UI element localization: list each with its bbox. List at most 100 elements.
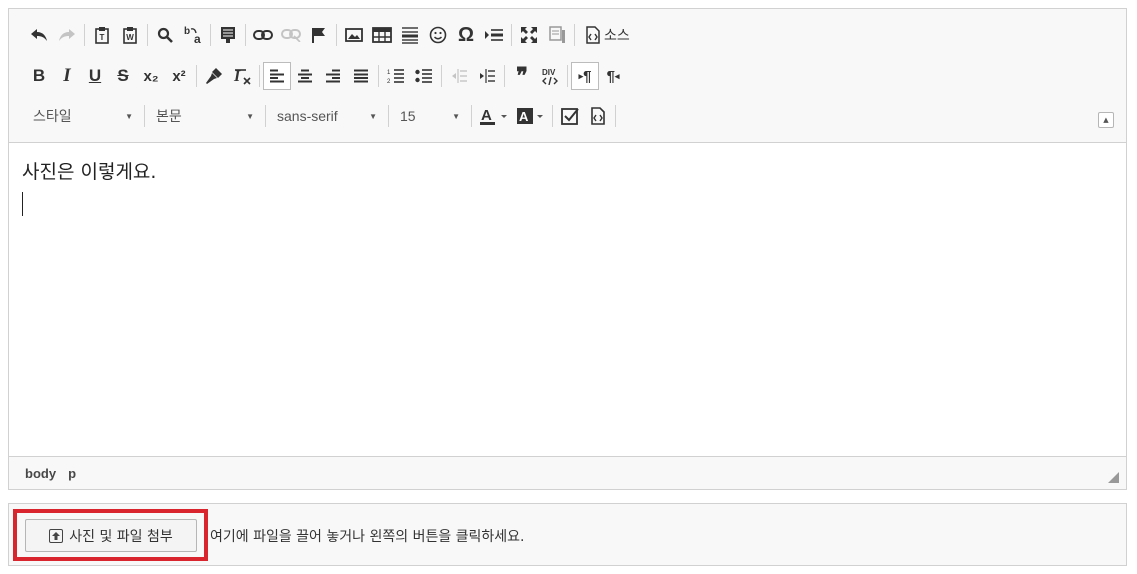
maximize-icon[interactable]: [515, 21, 543, 49]
indent-icon[interactable]: [473, 62, 501, 90]
outdent-icon[interactable]: [445, 62, 473, 90]
content-paragraph[interactable]: 사진은 이렇게요.: [22, 157, 1113, 184]
svg-text:a: a: [194, 32, 201, 45]
attach-button-label: 사진 및 파일 첨부: [69, 528, 173, 545]
redo-icon[interactable]: [53, 21, 81, 49]
file-attach-area[interactable]: 사진 및 파일 첨부 여기에 파일을 끌어 놓거나 왼쪽의 버튼을 클릭하세요.: [8, 503, 1127, 566]
search-icon[interactable]: [151, 21, 179, 49]
underline-button[interactable]: U: [81, 62, 109, 90]
strikethrough-button[interactable]: S: [109, 62, 137, 90]
font-dropdown[interactable]: sans-serif ▼: [269, 103, 385, 129]
smiley-icon[interactable]: [424, 21, 452, 49]
separator: [567, 65, 568, 87]
toolbar-row-1: T W ba Ω 소스: [25, 21, 634, 49]
special-char-glyph: Ω: [457, 23, 475, 46]
font-size-dropdown[interactable]: 15 ▼: [392, 103, 468, 129]
unlink-icon[interactable]: [277, 21, 305, 49]
font-dropdown-value: sans-serif: [277, 108, 338, 124]
italic-button[interactable]: I: [53, 62, 81, 90]
path-item-p[interactable]: p: [68, 466, 76, 481]
rtl-arrow: ◂: [614, 70, 620, 81]
separator: [245, 24, 246, 46]
link-icon[interactable]: [249, 21, 277, 49]
separator: [471, 105, 472, 127]
toolbar-row-2: B I U S x₂ x² I 1 2 ❞ DIV ▸ ¶ ¶ ◂: [25, 62, 627, 90]
chevron-down-icon: ▼: [369, 111, 377, 121]
superscript-button[interactable]: x²: [165, 62, 193, 90]
drop-hint-text: 여기에 파일을 끌어 놓거나 왼쪽의 버튼을 클릭하세요.: [210, 529, 525, 545]
source-icon: [582, 21, 604, 49]
bold-button[interactable]: B: [25, 62, 53, 90]
svg-text:W: W: [126, 33, 134, 42]
chevron-down-icon: ▼: [125, 111, 133, 121]
svg-text:1: 1: [387, 70, 391, 76]
replace-icon[interactable]: ba: [179, 21, 207, 49]
create-div-icon[interactable]: DIV: [536, 62, 564, 90]
horizontal-line-icon[interactable]: [396, 21, 424, 49]
svg-text:T: T: [100, 33, 105, 42]
separator: [147, 24, 148, 46]
code-snippet-icon[interactable]: [584, 102, 612, 130]
format-dropdown-value: 본문: [156, 108, 182, 124]
numbered-list-icon[interactable]: 12: [382, 62, 410, 90]
style-dropdown-value: 스타일: [33, 108, 72, 124]
align-right-icon[interactable]: [319, 62, 347, 90]
align-left-icon[interactable]: [263, 62, 291, 90]
source-label: 소스: [604, 28, 630, 44]
separator: [511, 24, 512, 46]
image-icon[interactable]: [340, 21, 368, 49]
align-center-icon[interactable]: [291, 62, 319, 90]
bulleted-list-icon[interactable]: [410, 62, 438, 90]
separator: [196, 65, 197, 87]
format-dropdown[interactable]: 본문 ▼: [148, 103, 262, 129]
special-char-icon[interactable]: Ω: [452, 21, 480, 49]
separator: [378, 65, 379, 87]
separator: [552, 105, 553, 127]
upload-icon: [49, 528, 64, 543]
blockquote-icon[interactable]: ❞: [508, 62, 536, 90]
background-color-icon[interactable]: A: [513, 102, 549, 130]
chevron-down-icon: ▼: [246, 111, 254, 121]
svg-text:A: A: [481, 107, 492, 124]
page-break-icon[interactable]: [480, 21, 508, 49]
separator: [144, 105, 145, 127]
svg-text:DIV: DIV: [542, 68, 556, 77]
table-icon[interactable]: [368, 21, 396, 49]
remove-format-icon[interactable]: I: [228, 62, 256, 90]
rtl-direction-icon[interactable]: ¶ ◂: [599, 62, 627, 90]
rtl-pilcrow: ¶: [606, 67, 615, 85]
text-color-icon[interactable]: A: [475, 102, 513, 130]
separator: [84, 24, 85, 46]
blockquote-glyph: ❞: [516, 63, 528, 88]
flag-icon[interactable]: [305, 21, 333, 49]
chevron-down-icon: ▼: [452, 111, 460, 121]
rich-text-editor: T W ba Ω 소스 B I U S x₂ x² I 1 2 ❞ DIV ▸ …: [8, 8, 1127, 490]
text-caret: [22, 192, 23, 216]
checkbox-icon[interactable]: [556, 102, 584, 130]
collapse-toolbar-button[interactable]: ▲: [1098, 112, 1114, 128]
align-justify-icon[interactable]: [347, 62, 375, 90]
paste-text-icon[interactable]: T: [88, 21, 116, 49]
separator: [259, 65, 260, 87]
editor-content-area[interactable]: 사진은 이렇게요.: [9, 143, 1126, 456]
path-item-body[interactable]: body: [25, 466, 56, 481]
svg-text:2: 2: [387, 79, 391, 84]
undo-icon[interactable]: [25, 21, 53, 49]
svg-text:A: A: [519, 109, 529, 124]
attach-files-button[interactable]: 사진 및 파일 첨부: [25, 519, 197, 552]
separator: [615, 105, 616, 127]
preview-icon[interactable]: [543, 21, 571, 49]
style-dropdown[interactable]: 스타일 ▼: [25, 103, 141, 129]
subscript-button[interactable]: x₂: [137, 62, 165, 90]
template-icon[interactable]: [214, 21, 242, 49]
separator: [265, 105, 266, 127]
resize-handle[interactable]: [1108, 472, 1119, 483]
separator: [504, 65, 505, 87]
toolbar-row-3: 스타일 ▼ 본문 ▼ sans-serif ▼ 15 ▼ A A: [25, 102, 619, 130]
source-button[interactable]: 소스: [578, 21, 634, 49]
separator: [336, 24, 337, 46]
ltr-pilcrow: ¶: [583, 67, 592, 85]
ltr-direction-icon[interactable]: ▸ ¶: [571, 62, 599, 90]
copy-format-icon[interactable]: [200, 62, 228, 90]
paste-word-icon[interactable]: W: [116, 21, 144, 49]
